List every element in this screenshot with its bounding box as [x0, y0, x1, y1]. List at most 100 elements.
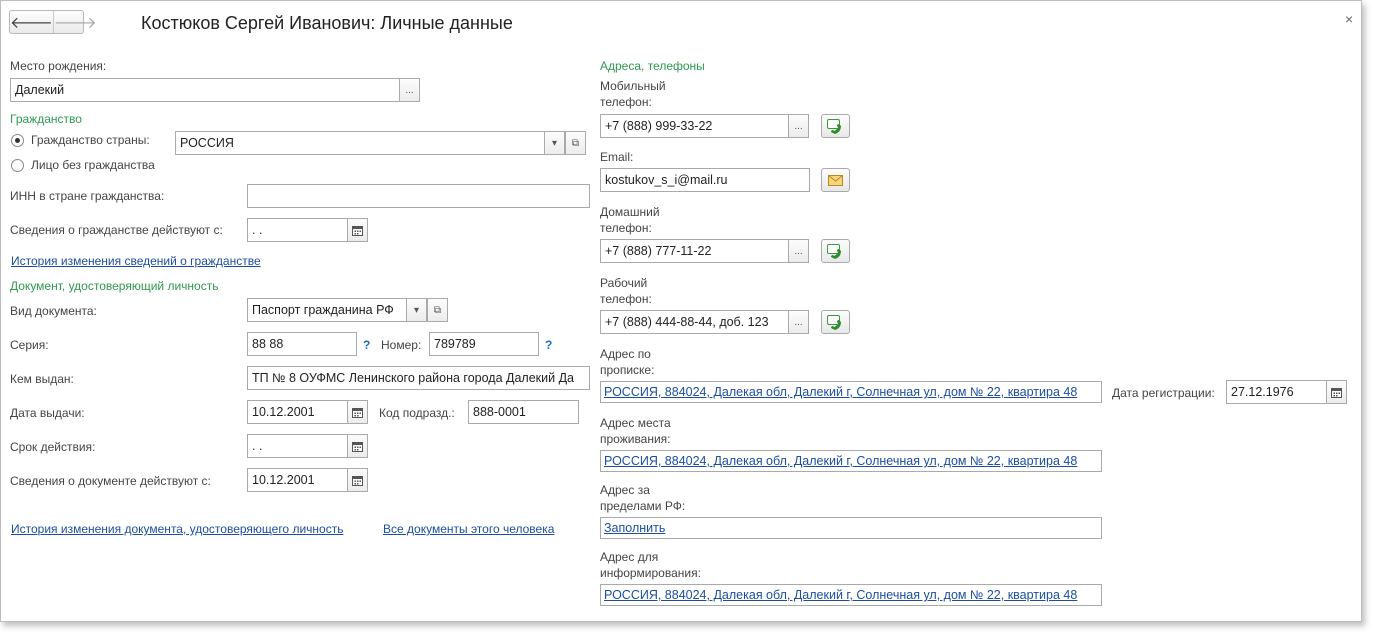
- citizenship-open-button[interactable]: ⧉: [565, 131, 586, 155]
- issued-by-input[interactable]: ТП № 8 ОУФМС Ленинского района города Да…: [247, 366, 590, 390]
- mobile-label-line1: Мобильный: [600, 79, 666, 93]
- doc-valid-label: Сведения о документе действуют с:: [10, 474, 211, 488]
- radio-unselected-icon: [11, 158, 24, 172]
- reg-address-field[interactable]: РОССИЯ, 884024, Далекая обл, Далекий г, …: [600, 381, 1102, 403]
- citizenship-valid-calendar-button[interactable]: [347, 218, 368, 242]
- expiry-date-input[interactable]: . .: [247, 434, 348, 458]
- arrow-right-icon: 🡒: [53, 14, 97, 32]
- forward-button[interactable]: 🡒: [52, 11, 97, 33]
- contacts-section-title: Адреса, телефоны: [600, 59, 705, 73]
- issue-date-label: Дата выдачи:: [10, 406, 85, 420]
- close-button[interactable]: ×: [1345, 11, 1353, 27]
- work-phone-label-line2: телефон:: [600, 292, 652, 306]
- calendar-icon: [352, 407, 363, 418]
- mobile-label-line2: телефон:: [600, 95, 652, 109]
- dept-code-label: Код подразд.:: [379, 406, 455, 420]
- email-label: Email:: [600, 150, 634, 164]
- page-title: Костюков Сергей Иванович: Личные данные: [141, 13, 513, 33]
- doc-type-label: Вид документа:: [10, 304, 97, 318]
- expiry-label: Срок действия:: [10, 440, 96, 454]
- reg-address-label-line1: Адрес по: [600, 347, 651, 361]
- close-icon: ×: [1345, 11, 1354, 27]
- work-phone-call-button[interactable]: [821, 310, 850, 334]
- stateless-label: Лицо без гражданства: [31, 158, 155, 172]
- work-phone-label-line1: Рабочий: [600, 276, 648, 290]
- abroad-address-label-line2: пределами РФ:: [600, 499, 686, 513]
- doc-valid-calendar-button[interactable]: [347, 468, 368, 492]
- open-icon: ⧉: [571, 137, 580, 149]
- abroad-address-field[interactable]: Заполнить: [600, 517, 1102, 539]
- work-phone-input[interactable]: +7 (888) 444-88-44, доб. 123: [600, 310, 789, 334]
- issue-date-calendar-button[interactable]: [347, 400, 368, 424]
- birthplace-input[interactable]: Далекий: [10, 78, 400, 102]
- send-email-button[interactable]: [821, 168, 850, 192]
- calendar-icon: [352, 441, 363, 452]
- mobile-call-button[interactable]: [821, 114, 850, 138]
- citizenship-valid-label: Сведения о гражданстве действуют с:: [10, 223, 223, 237]
- expiry-calendar-button[interactable]: [347, 434, 368, 458]
- abroad-address-label-line1: Адрес за: [600, 483, 650, 497]
- number-label: Номер:: [381, 338, 422, 352]
- number-help-icon[interactable]: ?: [545, 338, 552, 352]
- inn-label: ИНН в стране гражданства:: [10, 189, 165, 203]
- info-address-field[interactable]: РОССИЯ, 884024, Далекая обл, Далекий г, …: [600, 584, 1102, 606]
- series-help-icon[interactable]: ?: [363, 338, 370, 352]
- calendar-icon: [352, 225, 363, 236]
- home-phone-label-line2: телефон:: [600, 221, 652, 235]
- birthplace-label: Место рождения:: [10, 59, 107, 73]
- info-address-label-line1: Адрес для: [600, 550, 659, 564]
- doc-history-link[interactable]: История изменения документа, удостоверяю…: [11, 522, 343, 536]
- mobile-phone-input[interactable]: +7 (888) 999-33-22: [600, 114, 789, 138]
- birthplace-select-button[interactable]: ...: [399, 78, 420, 102]
- citizenship-valid-date-input[interactable]: . .: [247, 218, 348, 242]
- doc-type-dropdown-button[interactable]: ▾: [406, 298, 427, 322]
- citizenship-country-label: Гражданство страны:: [31, 133, 150, 147]
- calendar-icon: [352, 475, 363, 486]
- reg-date-label: Дата регистрации:: [1112, 386, 1215, 400]
- home-phone-select-button[interactable]: ...: [788, 239, 809, 263]
- envelope-icon: [828, 174, 843, 186]
- reg-date-calendar-button[interactable]: [1326, 380, 1347, 404]
- home-phone-call-button[interactable]: [821, 239, 850, 263]
- phone-call-icon: [827, 118, 841, 134]
- citizenship-country-input[interactable]: РОССИЯ: [175, 131, 545, 155]
- issued-by-label: Кем выдан:: [10, 372, 74, 386]
- series-label: Серия:: [10, 338, 49, 352]
- radio-selected-icon: [11, 133, 24, 147]
- home-phone-label-line1: Домашний: [600, 205, 660, 219]
- nav-buttons: 🡐 🡒: [9, 10, 97, 34]
- live-address-field[interactable]: РОССИЯ, 884024, Далекая обл, Далекий г, …: [600, 450, 1102, 472]
- doc-type-input[interactable]: Паспорт гражданина РФ: [247, 298, 407, 322]
- doc-valid-date-input[interactable]: 10.12.2001: [247, 468, 348, 492]
- doc-section-title: Документ, удостоверяющий личность: [10, 279, 219, 293]
- dept-code-input[interactable]: 888-0001: [468, 400, 579, 424]
- open-icon: ⧉: [433, 304, 442, 316]
- citizenship-dropdown-button[interactable]: ▾: [544, 131, 565, 155]
- mobile-select-button[interactable]: ...: [788, 114, 809, 138]
- stateless-radio[interactable]: Лицо без гражданства: [11, 158, 155, 172]
- number-input[interactable]: 789789: [429, 332, 539, 356]
- issue-date-input[interactable]: 10.12.2001: [247, 400, 348, 424]
- calendar-icon: [1331, 387, 1342, 398]
- inn-input[interactable]: [247, 184, 590, 208]
- chevron-down-icon: ▾: [551, 137, 558, 149]
- citizenship-section-title: Гражданство: [10, 112, 82, 126]
- work-phone-select-button[interactable]: ...: [788, 310, 809, 334]
- chevron-down-icon: ▾: [413, 304, 420, 316]
- personal-data-window: 🡐 🡒 Костюков Сергей Иванович: Личные дан…: [0, 0, 1362, 622]
- reg-date-input[interactable]: 27.12.1976: [1226, 380, 1327, 404]
- citizenship-country-radio[interactable]: Гражданство страны:: [11, 133, 150, 147]
- citizenship-history-link[interactable]: История изменения сведений о гражданстве: [11, 254, 261, 268]
- reg-address-label-line2: прописке:: [600, 363, 655, 377]
- live-address-label-line2: проживания:: [600, 432, 671, 446]
- phone-call-icon: [827, 243, 841, 259]
- info-address-label-line2: информирования:: [600, 566, 701, 580]
- all-docs-link[interactable]: Все документы этого человека: [383, 522, 554, 536]
- series-input[interactable]: 88 88: [247, 332, 357, 356]
- email-input[interactable]: kostukov_s_i@mail.ru: [600, 168, 810, 192]
- back-button[interactable]: 🡐: [10, 11, 53, 33]
- arrow-left-icon: 🡐: [10, 14, 53, 32]
- doc-type-open-button[interactable]: ⧉: [427, 298, 448, 322]
- home-phone-input[interactable]: +7 (888) 777-11-22: [600, 239, 789, 263]
- phone-call-icon: [827, 314, 841, 330]
